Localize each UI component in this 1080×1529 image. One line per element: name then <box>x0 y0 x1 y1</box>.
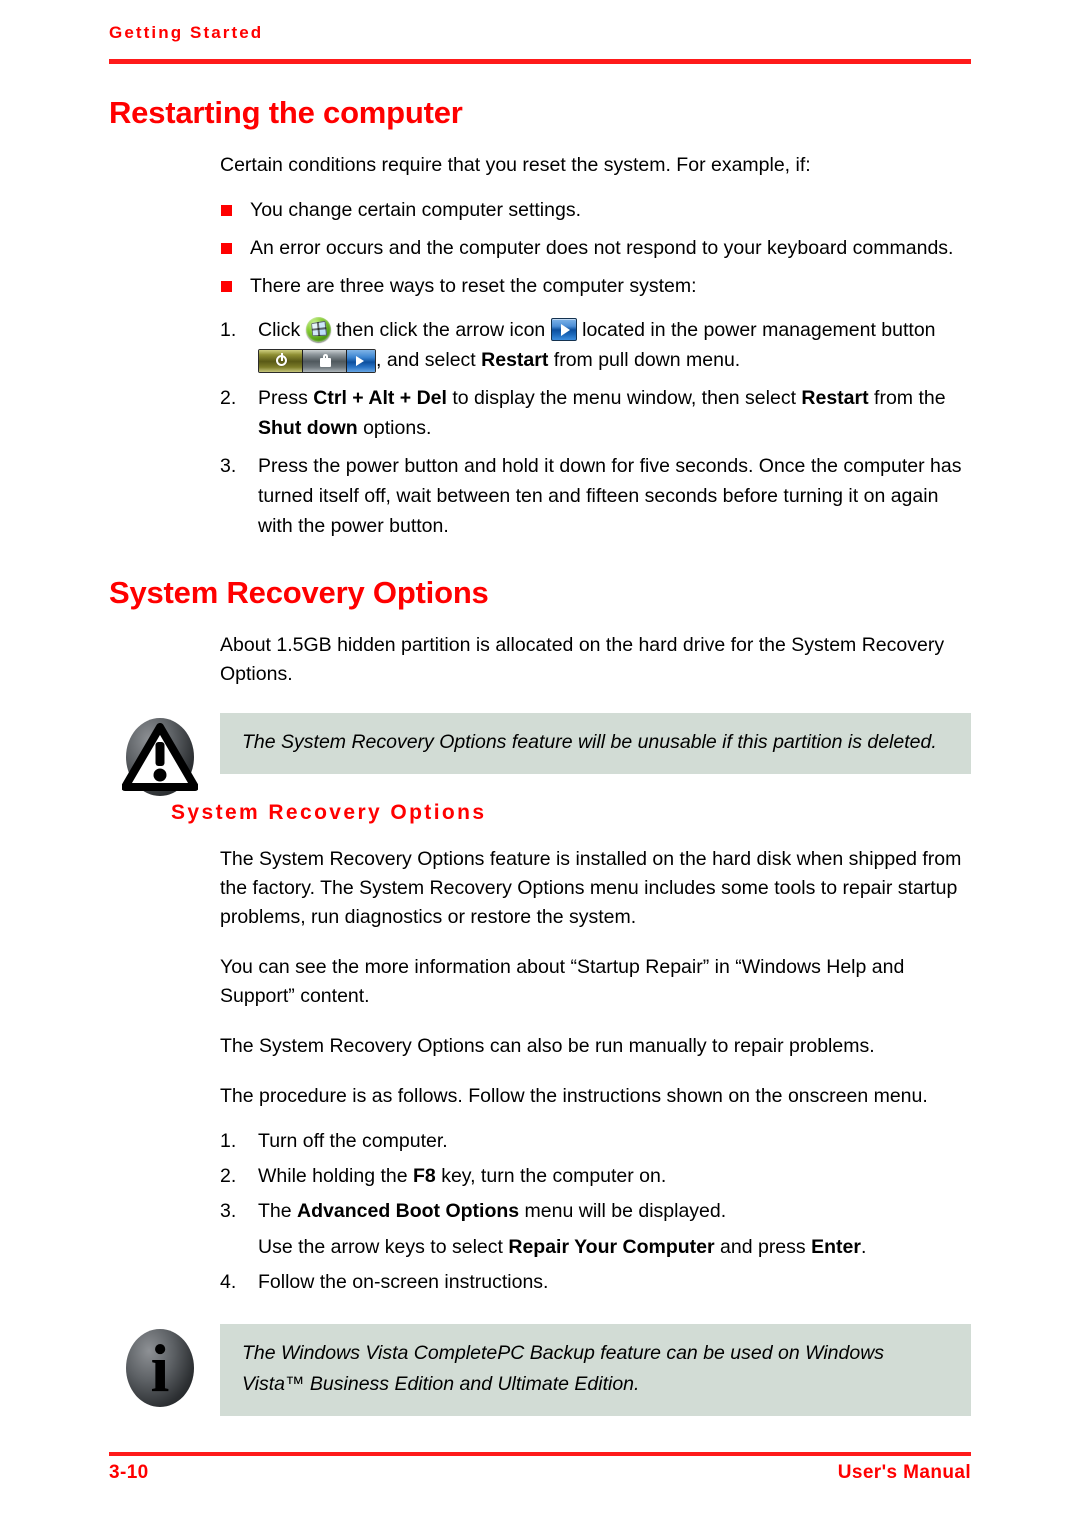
subsection-title-system-recovery: System Recovery Options <box>171 801 487 825</box>
running-header-title: Getting Started <box>109 23 264 42</box>
step-number: 3. <box>220 1200 237 1223</box>
step-text-part: from the <box>874 386 946 409</box>
step-text-part: options. <box>363 416 432 439</box>
step-text: Follow the on-screen instructions. <box>258 1271 549 1294</box>
warning-callout: The System Recovery Options feature will… <box>109 713 971 797</box>
step-text-part: menu will be displayed. <box>524 1200 727 1223</box>
step-bold-term: Advanced Boot Options <box>297 1200 520 1223</box>
step-text-part: then click the arrow icon <box>336 318 546 341</box>
information-icon: i <box>118 1326 202 1410</box>
windows-vista-start-orb-icon <box>305 316 331 342</box>
step-text-part: The <box>258 1200 292 1223</box>
restarting-bullet-list: You change certain computer settings. An… <box>220 196 971 301</box>
step-bold-term: Enter <box>811 1236 861 1259</box>
step-number: 4. <box>220 1271 237 1294</box>
list-item: 1. Turn off the computer. <box>220 1126 971 1156</box>
lock-icon <box>303 349 347 372</box>
step-text-part: , and select <box>376 348 476 371</box>
header-divider-rule <box>109 59 971 64</box>
step-number: 2. <box>220 386 237 409</box>
step-number: 1. <box>220 1130 237 1153</box>
page-footer: 3-10 User's Manual <box>109 1462 971 1484</box>
system-recovery-paragraph: You can see the more information about “… <box>220 956 905 1008</box>
system-recovery-paragraph: The procedure is as follows. Follow the … <box>220 1085 928 1108</box>
bullet-text: You change certain computer settings. <box>250 198 581 221</box>
blue-arrow-button-icon <box>550 317 577 341</box>
list-item: An error occurs and the computer does no… <box>220 234 971 263</box>
bullet-text: An error occurs and the computer does no… <box>250 236 954 259</box>
square-bullet-icon <box>221 280 232 292</box>
list-item: You change certain computer settings. <box>220 196 971 225</box>
system-recovery-paragraph: The System Recovery Options can also be … <box>220 1035 875 1058</box>
system-recovery-paragraph: The System Recovery Options feature is i… <box>220 848 962 929</box>
step-text-part: Click <box>258 318 301 341</box>
power-management-button-icon <box>258 348 376 373</box>
page-content: Restarting the computer Certain conditio… <box>109 95 971 1417</box>
step-text-part: located in the power management button <box>582 318 936 341</box>
step-text-part: . <box>860 1236 867 1259</box>
step-text: Turn off the computer. <box>258 1130 448 1153</box>
restarting-intro-paragraph: Certain conditions require that you rese… <box>220 153 811 176</box>
step-text-part: Use the arrow keys to select <box>258 1236 503 1259</box>
step-bold-term: Restart <box>481 348 549 371</box>
list-item: 3. Press the power button and hold it do… <box>220 451 971 541</box>
step-text-part: Press <box>258 386 308 409</box>
step-text-part: and press <box>720 1236 806 1259</box>
step-bold-term: Ctrl + Alt + Del <box>313 386 447 409</box>
info-callout: i The Windows Vista CompletePC Backup fe… <box>109 1324 971 1417</box>
arrow-icon <box>347 349 375 372</box>
step-text-part: While holding the <box>258 1165 408 1188</box>
list-item: 2. Press Ctrl + Alt + Del to display the… <box>220 383 971 443</box>
section-title-system-recovery: System Recovery Options <box>109 574 489 610</box>
list-item: 2. While holding the F8 key, turn the co… <box>220 1161 971 1191</box>
running-header: Getting Started <box>109 23 971 43</box>
step-text: Press the power button and hold it down … <box>258 454 962 537</box>
bullet-text: There are three ways to reset the comput… <box>250 274 697 297</box>
footer-divider-rule <box>109 1452 971 1456</box>
warning-callout-text: The System Recovery Options feature will… <box>242 731 937 754</box>
step-text-part: to display the menu window, then select <box>452 386 796 409</box>
step-bold-term: Repair Your Computer <box>508 1236 715 1259</box>
step-bold-term: F8 <box>413 1165 436 1188</box>
power-icon <box>259 349 303 372</box>
list-item: 3. The Advanced Boot Options menu will b… <box>220 1196 971 1262</box>
info-letter-glyph: i <box>150 1330 170 1407</box>
square-bullet-icon <box>221 204 232 216</box>
step-text-part: key, turn the computer on. <box>441 1165 667 1188</box>
step-sub-line: Use the arrow keys to select Repair Your… <box>258 1232 971 1262</box>
footer-page-number: 3-10 <box>109 1462 149 1483</box>
restarting-numbered-steps: 1. Click then click the arrow icon locat… <box>220 315 971 541</box>
list-item: 1. Click then click the arrow icon locat… <box>220 315 971 375</box>
info-callout-text: The Windows Vista CompletePC Backup feat… <box>242 1342 885 1396</box>
warning-callout-box: The System Recovery Options feature will… <box>220 713 971 775</box>
list-item: 4. Follow the on-screen instructions. <box>220 1267 971 1297</box>
warning-triangle-glyph <box>122 723 198 792</box>
footer-manual-label: User's Manual <box>837 1462 971 1483</box>
info-callout-box: The Windows Vista CompletePC Backup feat… <box>220 1324 971 1417</box>
step-bold-term: Restart <box>801 386 869 409</box>
system-recovery-intro-paragraph: About 1.5GB hidden partition is allocate… <box>220 634 945 686</box>
system-recovery-numbered-steps: 1. Turn off the computer. 2. While holdi… <box>220 1126 971 1297</box>
step-bold-term: Shut down <box>258 416 358 439</box>
list-item: There are three ways to reset the comput… <box>220 272 971 301</box>
square-bullet-icon <box>221 242 232 254</box>
section-title-restarting: Restarting the computer <box>109 95 463 130</box>
step-number: 1. <box>220 318 237 341</box>
warning-triangle-icon <box>118 715 202 799</box>
step-text-part: from pull down menu. <box>553 348 741 371</box>
step-number: 2. <box>220 1165 237 1188</box>
manual-page: Getting Started Restarting the computer … <box>0 0 1080 1529</box>
step-number: 3. <box>220 454 237 477</box>
